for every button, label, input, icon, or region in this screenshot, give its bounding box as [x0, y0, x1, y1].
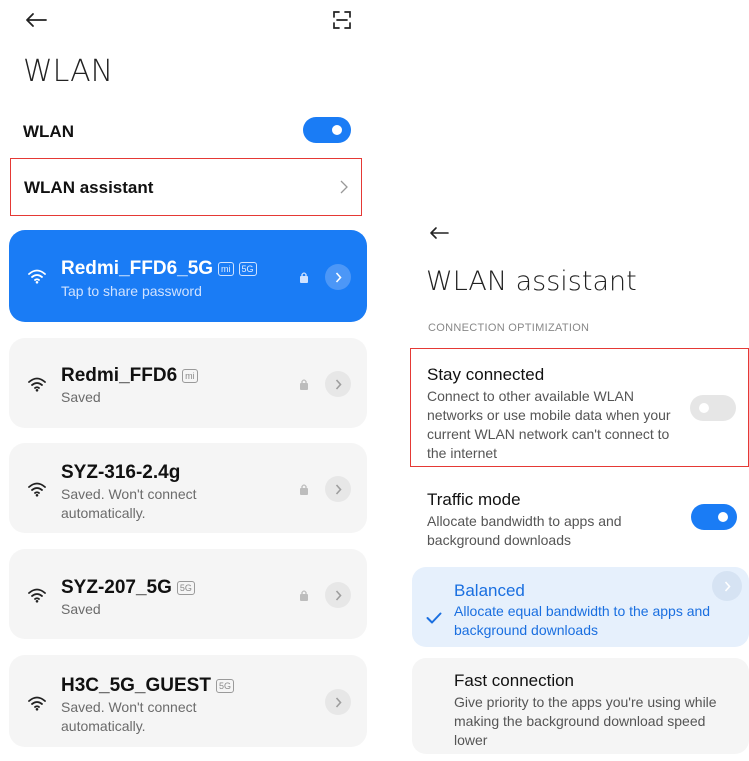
network-badge: 5G	[238, 262, 257, 276]
lock-icon	[300, 590, 308, 601]
network-status: Saved. Won't connect automatically.	[61, 699, 197, 734]
network-badge: mi	[218, 262, 234, 276]
lock-icon	[300, 379, 308, 390]
network-name: Redmi_FFD6_5G	[61, 258, 214, 279]
option-title: Balanced	[454, 581, 525, 600]
network-details-button[interactable]	[325, 264, 351, 290]
wlan-label: WLAN	[23, 122, 74, 141]
network-details-button[interactable]	[325, 476, 351, 502]
traffic-mode-row[interactable]: Traffic mode Allocate bandwidth to apps …	[410, 482, 749, 552]
back-arrow-icon[interactable]	[20, 8, 52, 32]
section-header: CONNECTION OPTIMIZATION	[428, 322, 590, 334]
traffic-mode-description: Allocate bandwidth to apps and backgroun…	[427, 513, 622, 548]
lock-icon	[300, 272, 308, 283]
network-name: Redmi_FFD6	[61, 365, 178, 386]
traffic-option-balanced[interactable]: Balanced Allocate equal bandwidth to the…	[412, 567, 749, 647]
network-badge: 5G	[215, 679, 234, 693]
highlight-box-wlan-assistant	[10, 158, 362, 216]
network-item[interactable]: H3C_5G_GUEST 5G Saved. Won't connect aut…	[9, 655, 367, 747]
network-badge: 5G	[176, 581, 195, 595]
network-name: SYZ-316-2.4g	[61, 462, 181, 483]
chevron-right-icon	[335, 378, 342, 390]
network-status: Saved. Won't connect automatically.	[61, 486, 197, 521]
network-status: Saved	[61, 601, 101, 617]
network-details-button[interactable]	[325, 582, 351, 608]
lock-icon	[300, 484, 308, 495]
network-details-button[interactable]	[325, 689, 351, 715]
traffic-mode-toggle[interactable]	[691, 504, 737, 530]
traffic-mode-title: Traffic mode	[427, 490, 521, 509]
network-item[interactable]: Redmi_FFD6_5G mi 5G Tap to share passwor…	[9, 230, 367, 322]
network-badge: mi	[182, 369, 198, 383]
chevron-right-icon	[335, 589, 342, 601]
traffic-option-fast-connection[interactable]: Fast connection Give priority to the app…	[412, 658, 749, 754]
checkmark-icon	[426, 612, 442, 624]
wifi-signal-icon	[28, 377, 46, 392]
network-item[interactable]: Redmi_FFD6 mi Saved	[9, 338, 367, 428]
option-description: Give priority to the apps you're using w…	[454, 694, 717, 748]
chevron-right-icon	[712, 571, 742, 601]
option-title: Fast connection	[454, 671, 575, 690]
back-arrow-icon[interactable]	[424, 222, 454, 244]
network-item[interactable]: SYZ-207_5G 5G Saved	[9, 549, 367, 639]
network-status: Tap to share password	[61, 283, 202, 299]
network-status: Saved	[61, 389, 101, 405]
scan-qr-icon[interactable]	[328, 6, 356, 34]
wlan-toggle[interactable]	[303, 117, 351, 143]
chevron-right-icon	[335, 696, 342, 708]
wifi-signal-icon	[28, 482, 46, 497]
wifi-signal-icon	[28, 696, 46, 711]
chevron-right-icon	[335, 483, 342, 495]
network-item[interactable]: SYZ-316-2.4g Saved. Won't connect automa…	[9, 443, 367, 533]
page-title: WLAN assistant	[426, 266, 637, 297]
highlight-box-stay-connected	[410, 348, 749, 467]
page-title: WLAN	[23, 54, 114, 89]
wifi-signal-icon	[28, 588, 46, 603]
network-name: SYZ-207_5G	[61, 577, 172, 598]
network-details-button[interactable]	[325, 371, 351, 397]
wifi-signal-icon	[28, 269, 46, 284]
network-name: H3C_5G_GUEST	[61, 675, 211, 696]
chevron-right-icon	[335, 271, 342, 283]
option-description: Allocate equal bandwidth to the apps and…	[454, 603, 711, 638]
